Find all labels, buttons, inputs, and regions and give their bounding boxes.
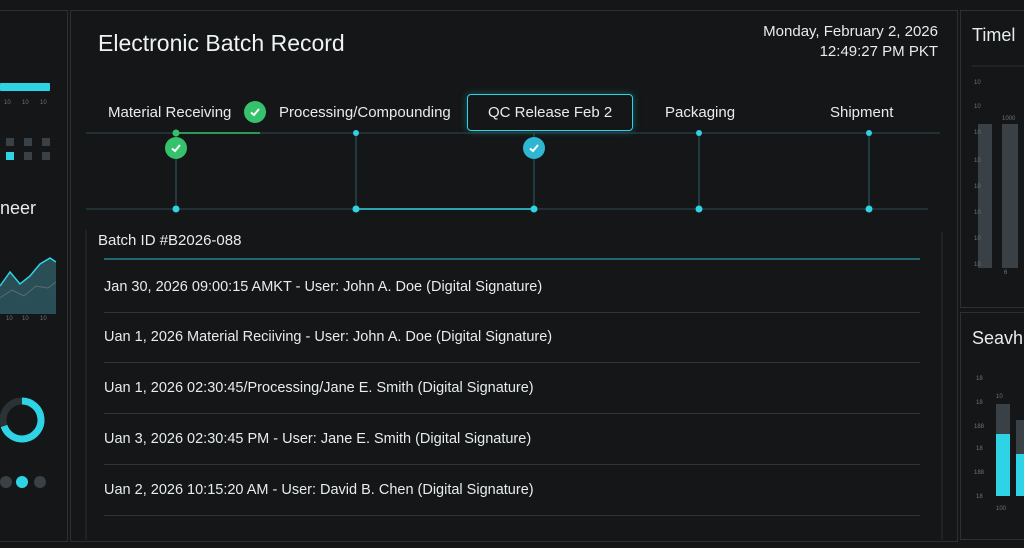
tick-label: 18	[976, 446, 983, 452]
tick-label: 10	[996, 394, 1003, 400]
tick-label: 18	[976, 494, 983, 500]
tick-label: 18	[976, 400, 983, 406]
tick-label: 10	[974, 130, 981, 136]
tick-label: 10	[974, 184, 981, 190]
tick-label: 188	[974, 470, 985, 476]
bar-chart	[972, 65, 1024, 268]
log-row[interactable]: Uan 1, 2026 Material Reciiving - User: J…	[104, 312, 920, 363]
batch-id: Batch ID #B2026-088	[98, 232, 242, 249]
tick-label: 100	[996, 506, 1007, 512]
log-row[interactable]: Uan 1, 2026 02:30:45/Processing/Jane E. …	[104, 363, 920, 414]
tick-label: 188	[974, 424, 985, 430]
panel-title: Seavh	[972, 328, 1024, 348]
log-row[interactable]: Jan 30, 2026 09:00:15 AMKT - User: John …	[104, 262, 920, 313]
tick-label: 6	[1004, 270, 1008, 276]
panel-title: Timel	[972, 25, 1016, 45]
tick-label: 18	[976, 376, 983, 382]
tick-label: 10	[974, 262, 981, 268]
bar-chart	[996, 404, 1024, 496]
tick-label: 10	[974, 80, 981, 86]
tick-label: 10	[974, 158, 981, 164]
tick-label: 10	[974, 104, 981, 110]
log-row[interactable]: Uan 2, 2026 10:15:20 AM - User: David B.…	[104, 465, 920, 516]
tick-label: 10	[974, 236, 981, 242]
log-row[interactable]: Uan 3, 2026 02:30:45 PM - User: Jane E. …	[104, 414, 920, 465]
tick-label: 1000	[1002, 116, 1016, 122]
tick-label: 10	[974, 210, 981, 216]
